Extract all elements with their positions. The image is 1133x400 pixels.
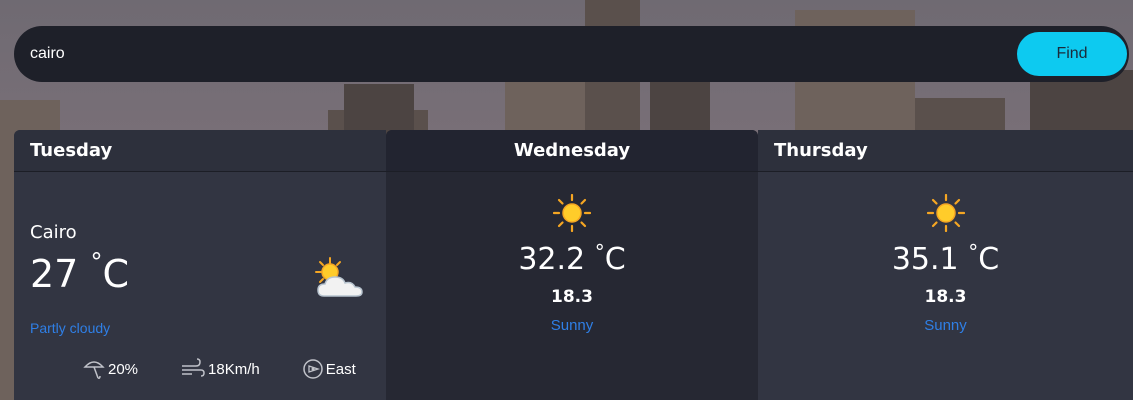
temp-unit: C	[604, 242, 626, 277]
forecast-min-temp: 18.3	[551, 287, 593, 307]
temp-value: 32.2	[518, 242, 586, 277]
forecast-card-wednesday: Wednesday 32.2 °C 18.3 Sunny	[386, 130, 758, 400]
forecast-max-temp: 32.2 °C	[518, 240, 626, 277]
temp-value: 27	[30, 252, 79, 296]
sun-icon	[553, 194, 591, 232]
current-temperature: 27 °C	[30, 248, 129, 296]
forecast-min-temp: 18.3	[924, 287, 967, 307]
temp-unit: C	[978, 242, 1000, 277]
wind-icon	[182, 358, 205, 377]
city-name: Cairo	[30, 222, 77, 243]
find-button[interactable]: Find	[1017, 32, 1127, 76]
forecast-condition: Sunny	[924, 317, 967, 334]
rain-chance: 20%	[82, 358, 138, 380]
forecast-day: Wednesday	[386, 130, 758, 172]
sun-icon	[926, 194, 965, 232]
wind-speed: 18Km/h	[180, 358, 260, 380]
direction-value: East	[325, 360, 356, 378]
forecast-condition: Sunny	[550, 317, 594, 334]
degree-symbol: °	[594, 240, 605, 264]
partly-cloudy-icon	[315, 257, 363, 297]
forecast-cards: Tuesday Cairo 27 °C Partly cloudy 20% 18…	[14, 130, 1133, 400]
wind-direction: East	[302, 358, 356, 380]
wind-value: 18Km/h	[208, 360, 260, 378]
today-card: Tuesday Cairo 27 °C Partly cloudy 20% 18…	[14, 130, 386, 400]
degree-symbol: °	[968, 240, 979, 264]
search-input[interactable]	[30, 26, 1129, 82]
degree-symbol: °	[90, 248, 103, 276]
forecast-day: Thursday	[758, 130, 1133, 172]
rain-value: 20%	[108, 360, 139, 378]
forecast-card-thursday: Thursday 35.1 °C 18.3 Sunny	[758, 130, 1133, 400]
forecast-max-temp: 35.1 °C	[891, 240, 1000, 277]
current-condition: Partly cloudy	[30, 320, 111, 336]
umbrella-icon	[83, 361, 105, 379]
today-day: Tuesday	[14, 130, 386, 172]
compass-icon	[302, 359, 323, 379]
temp-value: 35.1	[891, 242, 959, 277]
temp-unit: C	[102, 252, 129, 296]
weather-stats: 20% 18Km/h East	[82, 358, 398, 380]
search-bar: Find	[14, 26, 1129, 82]
